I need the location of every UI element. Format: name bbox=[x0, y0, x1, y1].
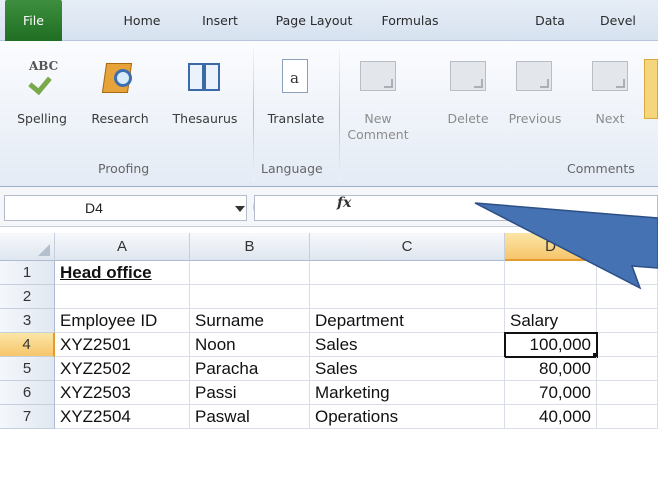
ribbon-review: ABC Spelling Research Thesaurus Proofing… bbox=[0, 41, 658, 187]
previous-comment-button[interactable]: Previous bbox=[498, 45, 572, 155]
cell-d3[interactable]: Salary bbox=[505, 309, 597, 333]
tab-developer[interactable]: Devel bbox=[600, 0, 658, 41]
cell-e4[interactable] bbox=[598, 333, 658, 357]
abc-check-icon: ABC bbox=[23, 59, 63, 97]
row-header-2[interactable]: 2 bbox=[0, 285, 55, 309]
translate-label: Translate bbox=[267, 111, 325, 126]
cell-e3[interactable] bbox=[597, 309, 658, 333]
previous-comment-label: Previous bbox=[508, 111, 562, 126]
next-comment-label: Next bbox=[595, 111, 625, 126]
cell-c2[interactable] bbox=[310, 285, 505, 309]
row-header-6[interactable]: 6 bbox=[0, 381, 55, 405]
row-header-1[interactable]: 1 bbox=[0, 261, 55, 285]
cell-d2[interactable] bbox=[505, 285, 597, 309]
cell-c4[interactable]: Sales bbox=[310, 333, 505, 357]
thesaurus-label: Thesaurus bbox=[172, 111, 238, 126]
cell-a6[interactable]: XYZ2503 bbox=[55, 381, 190, 405]
research-label: Research bbox=[91, 111, 149, 126]
cell-b3[interactable]: Surname bbox=[190, 309, 310, 333]
group-separator bbox=[253, 49, 254, 181]
new-comment-label-1: New bbox=[364, 111, 392, 126]
cell-c7[interactable]: Operations bbox=[310, 405, 505, 429]
insert-function-icon[interactable]: fx bbox=[337, 195, 351, 211]
cell-e2[interactable] bbox=[597, 285, 658, 309]
research-button[interactable]: Research bbox=[80, 45, 160, 155]
worksheet-grid: A B C D E 1 Head office 2 3 Employee ID … bbox=[0, 233, 658, 480]
row-header-7[interactable]: 7 bbox=[0, 405, 55, 429]
next-comment-icon bbox=[592, 61, 628, 91]
cell-c5[interactable]: Sales bbox=[310, 357, 505, 381]
row-header-3[interactable]: 3 bbox=[0, 309, 55, 333]
thesaurus-book-icon bbox=[186, 59, 226, 97]
tab-data[interactable]: Data bbox=[525, 0, 575, 41]
cell-c6[interactable]: Marketing bbox=[310, 381, 505, 405]
tab-home[interactable]: Home bbox=[109, 0, 175, 41]
cell-e5[interactable] bbox=[597, 357, 658, 381]
row-header-4[interactable]: 4 bbox=[0, 333, 55, 357]
cell-d5[interactable]: 80,000 bbox=[505, 357, 597, 381]
cell-c3[interactable]: Department bbox=[310, 309, 505, 333]
cell-b6[interactable]: Passi bbox=[190, 381, 310, 405]
new-comment-icon bbox=[360, 61, 396, 91]
cell-b2[interactable] bbox=[190, 285, 310, 309]
cell-a4[interactable]: XYZ2501 bbox=[55, 333, 190, 357]
select-all-button[interactable] bbox=[0, 233, 55, 261]
show-comment-toggle[interactable] bbox=[644, 59, 658, 119]
new-comment-label-2: Comment bbox=[347, 127, 409, 142]
delete-comment-label: Delete bbox=[447, 111, 489, 126]
next-comment-button[interactable]: Next bbox=[582, 45, 638, 155]
cell-a1[interactable]: Head office bbox=[55, 261, 190, 285]
spelling-label: Spelling bbox=[17, 111, 67, 126]
comments-group-label: Comments bbox=[567, 161, 635, 176]
tab-formulas[interactable]: Formulas bbox=[370, 0, 450, 41]
cell-d7[interactable]: 40,000 bbox=[505, 405, 597, 429]
column-header-c[interactable]: C bbox=[310, 233, 505, 261]
name-box[interactable]: D4 bbox=[4, 195, 247, 221]
column-header-d[interactable]: D bbox=[505, 233, 597, 261]
group-separator bbox=[339, 49, 340, 181]
chevron-down-icon[interactable] bbox=[235, 206, 245, 212]
proofing-group-label: Proofing bbox=[98, 161, 150, 176]
tab-file[interactable]: File bbox=[5, 0, 62, 41]
row-header-5[interactable]: 5 bbox=[0, 357, 55, 381]
formula-input[interactable] bbox=[254, 195, 658, 221]
delete-comment-icon bbox=[450, 61, 486, 91]
cell-e7[interactable] bbox=[597, 405, 658, 429]
translate-icon: a bbox=[276, 59, 316, 99]
cell-e6[interactable] bbox=[597, 381, 658, 405]
cell-b5[interactable]: Paracha bbox=[190, 357, 310, 381]
cell-a3[interactable]: Employee ID bbox=[55, 309, 190, 333]
previous-comment-icon bbox=[516, 61, 552, 91]
cell-d4-active[interactable]: 100,000 bbox=[504, 332, 598, 358]
cell-b1[interactable] bbox=[190, 261, 310, 285]
column-header-b[interactable]: B bbox=[190, 233, 310, 261]
new-comment-button[interactable]: New Comment bbox=[344, 45, 412, 155]
cell-b7[interactable]: Paswal bbox=[190, 405, 310, 429]
cell-e1[interactable] bbox=[597, 261, 658, 285]
translate-button[interactable]: a Translate bbox=[256, 45, 336, 155]
thesaurus-button[interactable]: Thesaurus bbox=[160, 45, 250, 155]
cell-a7[interactable]: XYZ2504 bbox=[55, 405, 190, 429]
column-header-hidden[interactable] bbox=[597, 233, 645, 261]
cell-a5[interactable]: XYZ2502 bbox=[55, 357, 190, 381]
cell-a2[interactable] bbox=[55, 285, 190, 309]
column-header-a[interactable]: A bbox=[55, 233, 190, 261]
ribbon-tab-bar: File Home Insert Page Layout Formulas Da… bbox=[0, 0, 658, 41]
delete-comment-button[interactable]: Delete bbox=[438, 45, 498, 155]
cell-d1[interactable] bbox=[505, 261, 597, 285]
name-box-value: D4 bbox=[85, 200, 103, 216]
cell-b4[interactable]: Noon bbox=[190, 333, 310, 357]
cell-d6[interactable]: 70,000 bbox=[505, 381, 597, 405]
column-header-e[interactable]: E bbox=[645, 233, 658, 261]
tab-page-layout[interactable]: Page Layout bbox=[262, 0, 366, 41]
formula-bar: D4 fx bbox=[0, 187, 658, 227]
tab-insert[interactable]: Insert bbox=[190, 0, 250, 41]
language-group-label: Language bbox=[261, 161, 323, 176]
research-book-icon bbox=[100, 59, 140, 97]
spelling-button[interactable]: ABC Spelling bbox=[2, 45, 82, 155]
cell-c1[interactable] bbox=[310, 261, 505, 285]
